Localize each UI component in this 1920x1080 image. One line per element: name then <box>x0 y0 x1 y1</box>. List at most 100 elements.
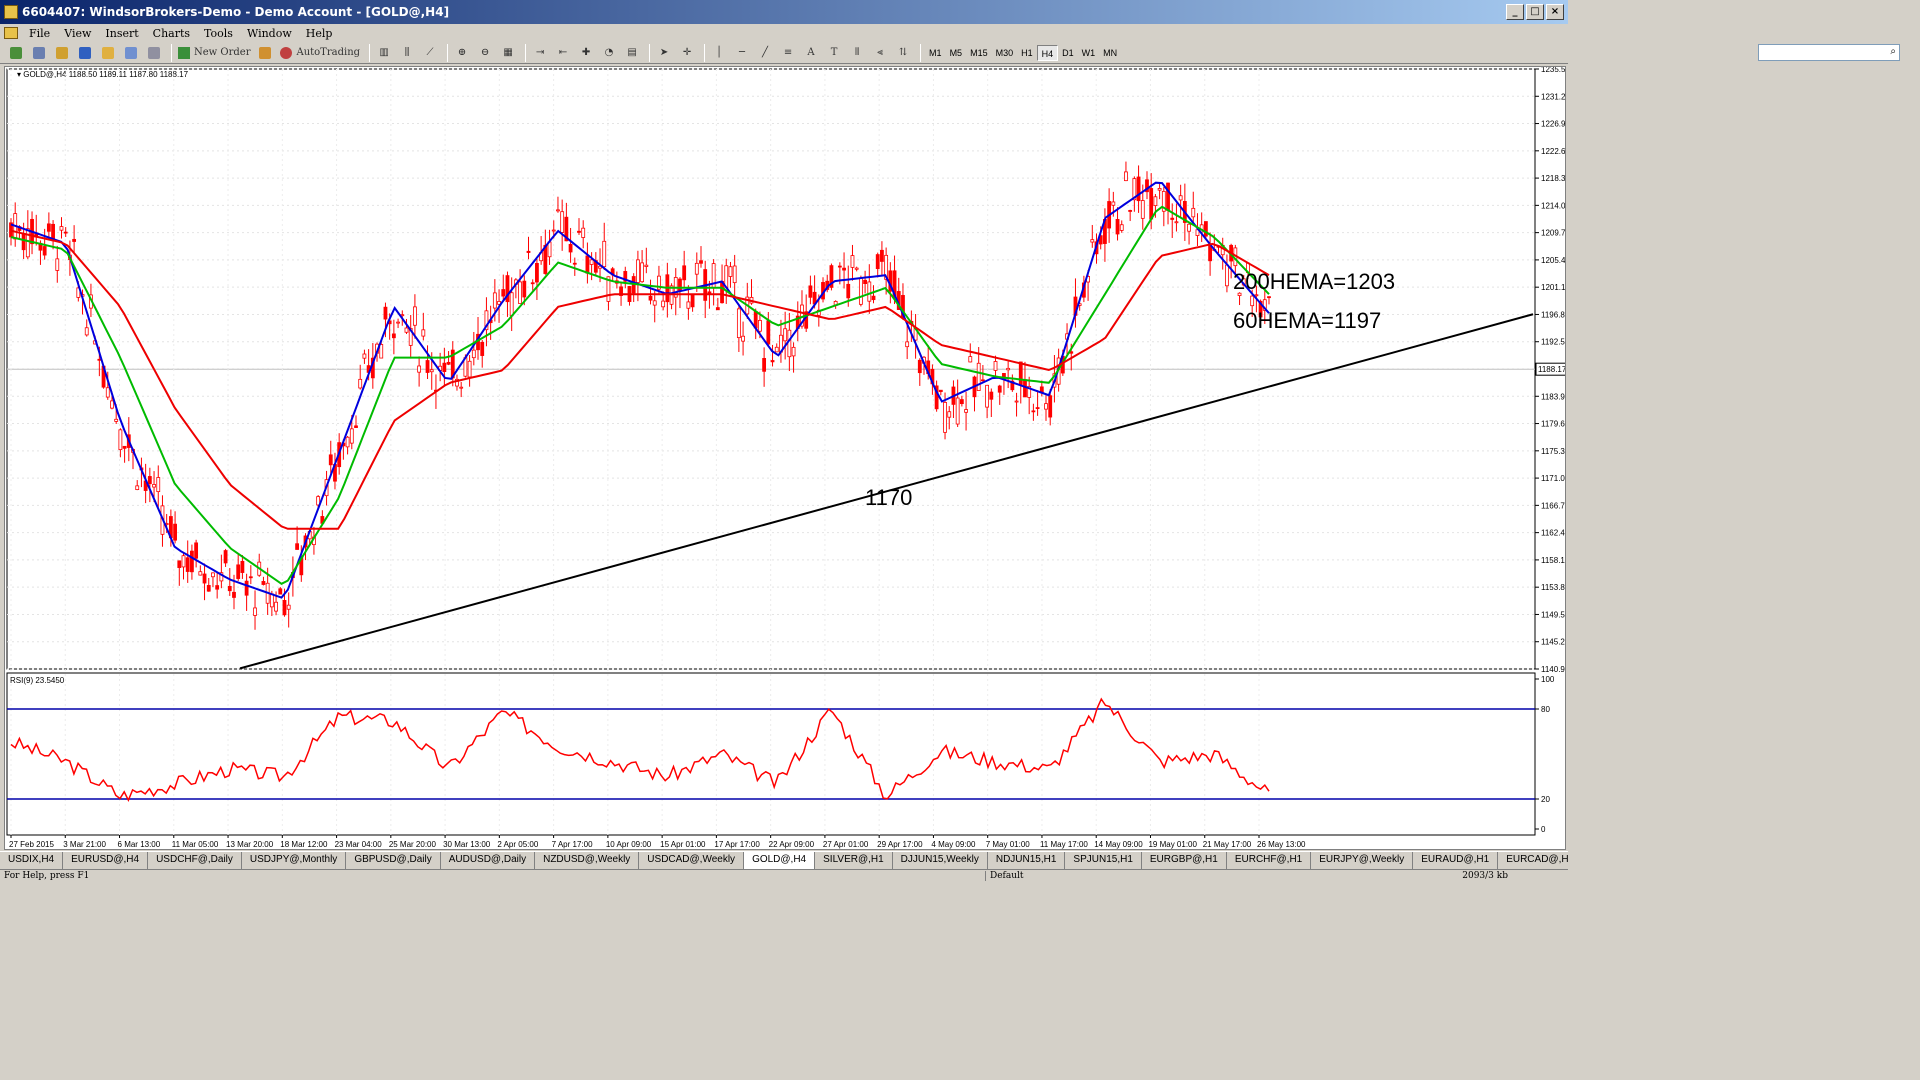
candle-body <box>787 329 792 358</box>
templates-icon[interactable]: ▤ <box>622 44 642 62</box>
new-chart-icon[interactable] <box>6 44 26 62</box>
chart-tab[interactable]: EURAUD@,H1 <box>1413 852 1499 869</box>
candlestick-icon[interactable]: ⫼ <box>397 44 417 62</box>
autoscroll-icon[interactable]: ⇥ <box>530 44 550 62</box>
chart-tab[interactable]: AUDUSD@,Daily <box>441 852 536 869</box>
ema-green-line <box>10 205 1270 585</box>
tf-mn[interactable]: MN <box>1099 45 1121 61</box>
close-button[interactable]: × <box>1546 4 1564 20</box>
candle-body <box>551 229 556 232</box>
chart-tab[interactable]: USDCHF@,Daily <box>148 852 242 869</box>
chart-tab[interactable]: USDCAD@,Weekly <box>639 852 745 869</box>
expert-icon[interactable] <box>255 44 275 62</box>
candle-body <box>1090 239 1095 243</box>
chart-tab[interactable]: DJJUN15,Weekly <box>893 852 988 869</box>
autotrading-button[interactable]: AutoTrading <box>278 44 362 62</box>
chart-tab[interactable]: SILVER@,H1 <box>815 852 893 869</box>
chart-tab[interactable]: USDIX,H4 <box>0 852 64 869</box>
terminal-icon[interactable] <box>121 44 141 62</box>
menu-tools[interactable]: Tools <box>197 27 240 40</box>
trendline-icon[interactable]: ╱ <box>755 44 775 62</box>
new-order-button[interactable]: New Order <box>176 44 252 62</box>
text-tool-icon[interactable]: A <box>801 44 821 62</box>
search-input[interactable]: ⌕ <box>1758 44 1900 61</box>
chart-window[interactable]: 1235.50 1231.20 1226.90 1222.60 1218.30 1214.… <box>4 65 1570 850</box>
tf-w1[interactable]: W1 <box>1078 45 1100 61</box>
title-bar: 6604407: WindsorBrokers-Demo - Demo Acco… <box>0 0 1568 24</box>
candle-body <box>147 476 152 485</box>
candle-body <box>854 267 859 270</box>
candle-body <box>261 581 266 585</box>
candle-body <box>471 349 476 359</box>
horizontal-line-icon[interactable]: ─ <box>732 44 752 62</box>
chart-tab[interactable]: EURCAD@,H1 <box>1498 852 1568 869</box>
maximize-button[interactable]: □ <box>1526 4 1544 20</box>
zoom-out-icon[interactable]: ⊖ <box>475 44 495 62</box>
crosshair-icon[interactable]: ✛ <box>677 44 697 62</box>
candle-body <box>429 369 434 373</box>
minimize-button[interactable]: _ <box>1506 4 1524 20</box>
tf-h4[interactable]: H4 <box>1036 44 1059 61</box>
chart-tab[interactable]: SPJUN15,H1 <box>1065 852 1142 869</box>
tile-windows-icon[interactable]: ▦ <box>498 44 518 62</box>
profiles-icon[interactable] <box>29 44 49 62</box>
rsi-line <box>10 697 1270 803</box>
menu-charts[interactable]: Charts <box>146 27 197 40</box>
menu-insert[interactable]: Insert <box>98 27 145 40</box>
time-axis: 27 Feb 2015 3 Mar 21:00 6 Mar 13:00 11 Mar … <box>9 835 1306 849</box>
document-icon[interactable] <box>4 27 18 39</box>
tester-icon[interactable] <box>144 44 164 62</box>
bar-chart-icon[interactable]: ▥ <box>374 44 394 62</box>
arrows-icon[interactable]: ⇅ <box>893 44 913 62</box>
zoom-in-icon[interactable]: ⊕ <box>452 44 472 62</box>
tf-m30[interactable]: M30 <box>992 45 1018 61</box>
candle-body <box>244 580 249 596</box>
chart-tab[interactable]: EURUSD@,H4 <box>63 852 149 869</box>
annotations: 200HEMA=1203 60HEMA=1197 1170 <box>239 269 1534 670</box>
data-window-icon[interactable] <box>75 44 95 62</box>
chart-tab[interactable]: GOLD@,H4 <box>744 852 816 869</box>
candle-body <box>1178 195 1183 201</box>
line-chart-icon[interactable]: ⟋ <box>420 44 440 62</box>
navigator-icon[interactable] <box>98 44 118 62</box>
fibo-fan-icon[interactable]: ⫷ <box>870 44 890 62</box>
chart-tab[interactable]: EURGBP@,H1 <box>1142 852 1227 869</box>
price-chart[interactable]: 1235.50 1231.20 1226.90 1222.60 1218.30 1214.… <box>5 65 1570 849</box>
candle-body <box>391 333 396 339</box>
candle-body <box>526 250 531 253</box>
equidistant-channel-icon[interactable]: ≡ <box>778 44 798 62</box>
ema-blue-line <box>10 181 1270 599</box>
menu-file[interactable]: File <box>22 27 57 40</box>
hema200-label: 200HEMA=1203 <box>1233 269 1395 294</box>
fibonacci-icon[interactable]: ⦀ <box>847 44 867 62</box>
tf-h1[interactable]: H1 <box>1017 45 1037 61</box>
candle-body <box>938 389 943 393</box>
candle-body <box>442 362 447 373</box>
menu-view[interactable]: View <box>57 27 98 40</box>
menu-help[interactable]: Help <box>299 27 340 40</box>
chart-tab[interactable]: NZDUSD@,Weekly <box>535 852 640 869</box>
chart-tab[interactable]: EURCHF@,H1 <box>1227 852 1312 869</box>
chart-shift-icon[interactable]: ⇤ <box>553 44 573 62</box>
menu-window[interactable]: Window <box>240 27 299 40</box>
tf-m5[interactable]: M5 <box>946 45 967 61</box>
chart-tab[interactable]: USDJPY@,Monthly <box>242 852 347 869</box>
periods-icon[interactable]: ◔ <box>599 44 619 62</box>
cursor-icon[interactable]: ➤ <box>654 44 674 62</box>
tf-d1[interactable]: D1 <box>1058 45 1078 61</box>
vertical-line-icon[interactable]: │ <box>709 44 729 62</box>
candle-body <box>396 321 400 324</box>
menu-bar: File View Insert Charts Tools Window Hel… <box>0 24 1568 42</box>
chart-tab[interactable]: NDJUN15,H1 <box>988 852 1066 869</box>
candle-body <box>467 360 472 378</box>
candle-body <box>185 557 190 572</box>
indicators-icon[interactable]: ✚ <box>576 44 596 62</box>
tf-m1[interactable]: M1 <box>925 45 946 61</box>
tf-m15[interactable]: M15 <box>966 45 992 61</box>
price-axis: 1235.50 1231.20 1226.90 1222.60 1218.30 1214.… <box>17 65 1570 674</box>
text-label-icon[interactable]: T <box>824 44 844 62</box>
chart-tab[interactable]: GBPUSD@,Daily <box>346 852 441 869</box>
chart-tab[interactable]: EURJPY@,Weekly <box>1311 852 1414 869</box>
market-watch-icon[interactable] <box>52 44 72 62</box>
price-tick-label: 1235.50 <box>1541 67 1565 74</box>
